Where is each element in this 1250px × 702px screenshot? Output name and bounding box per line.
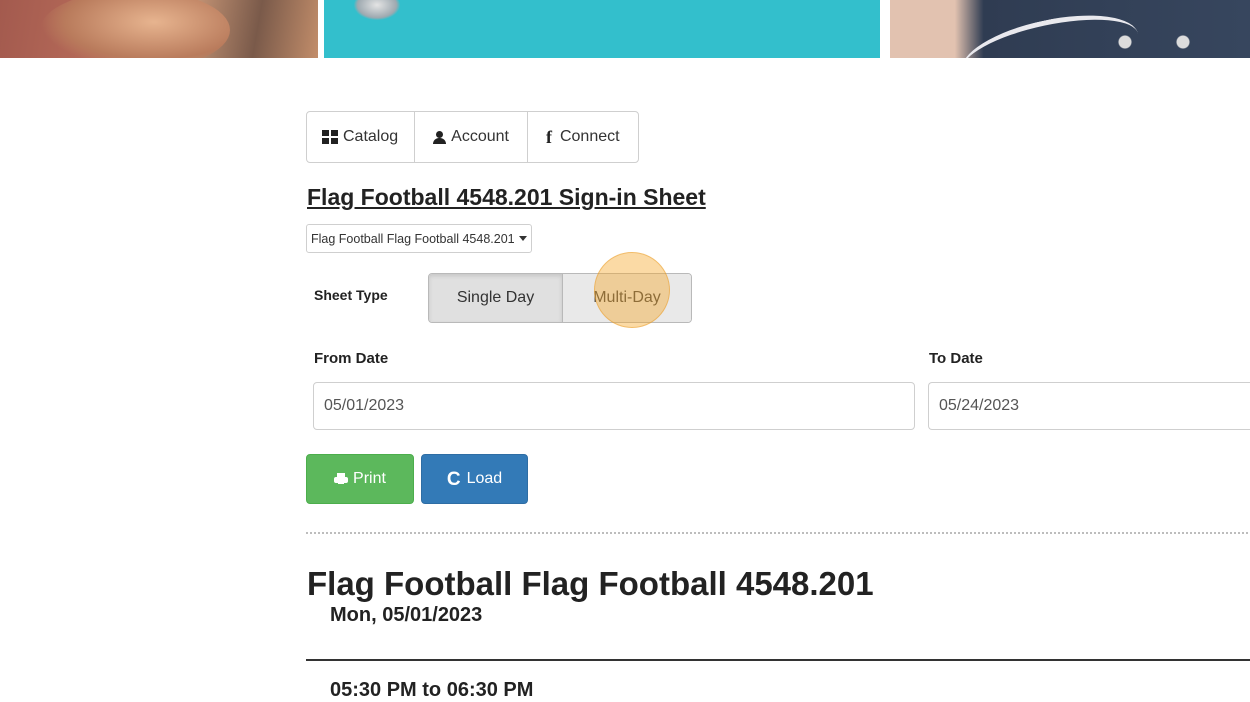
- account-label: Account: [451, 128, 509, 145]
- load-label: Load: [466, 470, 503, 487]
- sheet-heading: Flag Football Flag Football 4548.201: [307, 565, 874, 602]
- print-label: Print: [353, 470, 386, 487]
- to-date-input[interactable]: [928, 382, 1250, 430]
- connect-button[interactable]: f Connect: [528, 112, 638, 162]
- catalog-button[interactable]: Catalog: [307, 112, 416, 162]
- printer-icon: [334, 473, 349, 485]
- multi-day-option[interactable]: Multi-Day: [563, 274, 691, 322]
- sheet-type-toggle: Single Day Multi-Day: [428, 273, 692, 323]
- program-select-value: Flag Football Flag Football 4548.201: [311, 231, 515, 246]
- from-date-label: From Date: [314, 350, 389, 367]
- banner-image-2: [324, 0, 880, 58]
- account-button[interactable]: Account: [415, 112, 528, 162]
- user-icon: [433, 130, 447, 144]
- page-title[interactable]: Flag Football 4548.201 Sign-in Sheet: [307, 184, 706, 211]
- load-button[interactable]: C Load: [421, 454, 528, 504]
- caret-down-icon: [518, 236, 527, 241]
- from-date-input[interactable]: [313, 382, 915, 430]
- grid-icon: [322, 130, 338, 144]
- banner-image-3: [890, 0, 1250, 58]
- to-date-label: To Date: [929, 350, 983, 367]
- single-day-option[interactable]: Single Day: [429, 274, 563, 322]
- connect-label: Connect: [559, 128, 620, 145]
- catalog-label: Catalog: [343, 128, 399, 145]
- program-select[interactable]: Flag Football Flag Football 4548.201: [306, 224, 532, 253]
- facebook-icon: f: [545, 126, 552, 147]
- banner-image-1: [0, 0, 318, 58]
- nav-button-group: Catalog Account f Connect: [306, 111, 639, 163]
- session-divider: [306, 659, 1250, 661]
- session-date: Mon, 05/01/2023: [330, 604, 483, 626]
- reload-icon: C: [446, 468, 461, 490]
- sheet-type-label: Sheet Type: [314, 287, 388, 303]
- section-divider: [306, 532, 1250, 534]
- banner-images: [0, 0, 1250, 58]
- print-button[interactable]: Print: [306, 454, 414, 504]
